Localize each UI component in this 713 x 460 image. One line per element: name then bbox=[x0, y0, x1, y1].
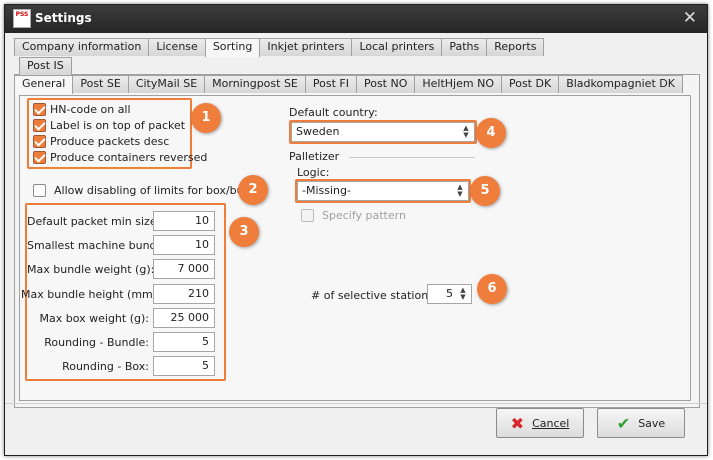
tab-bladkompagniet-dk[interactable]: Bladkompagniet DK bbox=[558, 75, 683, 93]
tab-reports[interactable]: Reports bbox=[486, 38, 545, 56]
rounding-box-label: Rounding - Box: bbox=[62, 360, 149, 373]
specify-pattern-checkbox-row[interactable]: Specify pattern bbox=[301, 207, 406, 223]
rounding-box-input[interactable]: 5 bbox=[153, 356, 215, 376]
logic-label: Logic: bbox=[297, 166, 330, 179]
selective-stations-value: 5 bbox=[446, 287, 453, 300]
close-icon[interactable]: ✕ bbox=[683, 8, 697, 28]
top-tab-row: Company information License Sorting Inkj… bbox=[14, 38, 545, 57]
tab-post-se[interactable]: Post SE bbox=[72, 75, 129, 93]
tab-company-information[interactable]: Company information bbox=[14, 38, 150, 56]
cancel-button-label: Cancel bbox=[532, 416, 570, 430]
smallest-machine-bundle-label: Smallest machine bundle: bbox=[27, 239, 171, 252]
default-packet-min-size-input[interactable]: 10 bbox=[153, 211, 215, 231]
selective-stations-input[interactable]: 5 ▲ ▼ bbox=[427, 284, 472, 304]
containers-reversed-checkbox[interactable] bbox=[33, 150, 46, 164]
window-title: Settings bbox=[35, 11, 92, 25]
max-box-weight-input[interactable]: 25 000 bbox=[153, 308, 215, 328]
tab-post-dk[interactable]: Post DK bbox=[500, 75, 560, 93]
cancel-icon: ✖ bbox=[510, 413, 525, 433]
logic-value: -Missing- bbox=[302, 184, 351, 197]
palletizer-group-label: Palletizer bbox=[289, 150, 340, 163]
specify-pattern-checkbox[interactable] bbox=[301, 208, 314, 222]
sub-tab-row-1: Post IS bbox=[19, 57, 72, 75]
containers-reversed-label: Produce containers reversed bbox=[50, 150, 208, 164]
badge-3: 3 bbox=[229, 217, 259, 247]
palletizer-divider bbox=[349, 157, 475, 158]
default-packet-min-size-label: Default packet min size: bbox=[27, 215, 161, 228]
title-bar: PSS Settings ✕ bbox=[5, 5, 707, 33]
logic-select[interactable]: -Missing- ▲ ▼ bbox=[297, 181, 469, 201]
default-country-value: Sweden bbox=[296, 125, 340, 138]
badge-6: 6 bbox=[477, 274, 507, 304]
tab-local-printers[interactable]: Local printers bbox=[351, 38, 443, 56]
save-icon: ✔ bbox=[616, 413, 631, 433]
packets-desc-label: Produce packets desc bbox=[50, 134, 170, 148]
tab-inkjet-printers[interactable]: Inkjet printers bbox=[259, 38, 353, 56]
save-button[interactable]: ✔ Save bbox=[597, 408, 685, 438]
default-country-label: Default country: bbox=[289, 106, 378, 119]
badge-1: 1 bbox=[191, 103, 221, 133]
packets-desc-checkbox[interactable] bbox=[33, 134, 46, 148]
rounding-bundle-label: Rounding - Bundle: bbox=[44, 336, 149, 349]
allow-disabling-checkbox[interactable] bbox=[33, 183, 46, 197]
allow-disabling-checkbox-row[interactable]: Allow disabling of limits for box/bundle bbox=[33, 182, 267, 198]
label-on-top-label: Label is on top of packet bbox=[50, 118, 186, 132]
tab-paths[interactable]: Paths bbox=[441, 38, 488, 56]
app-logo-icon: PSS bbox=[13, 9, 31, 28]
tab-post-fi[interactable]: Post FI bbox=[304, 75, 357, 93]
footer-divider bbox=[5, 403, 707, 404]
tab-citymail-se[interactable]: CityMail SE bbox=[127, 75, 206, 93]
packets-desc-checkbox-row[interactable]: Produce packets desc bbox=[33, 133, 169, 149]
tab-sorting[interactable]: Sorting bbox=[204, 38, 261, 57]
max-bundle-weight-input[interactable]: 7 000 bbox=[153, 259, 215, 279]
tab-post-is[interactable]: Post IS bbox=[19, 57, 72, 75]
hn-code-checkbox[interactable] bbox=[33, 102, 46, 116]
label-on-top-checkbox-row[interactable]: Label is on top of packet bbox=[33, 117, 185, 133]
spin-arrows-icon[interactable]: ▲ ▼ bbox=[454, 184, 466, 198]
hn-code-label: HN-code on all bbox=[50, 102, 131, 116]
tab-general[interactable]: General bbox=[14, 75, 74, 94]
spin-arrows-icon[interactable]: ▲ ▼ bbox=[457, 287, 469, 301]
smallest-machine-bundle-input[interactable]: 10 bbox=[153, 235, 215, 255]
tab-license[interactable]: License bbox=[148, 38, 206, 56]
sub-tab-row-2: General Post SE CityMail SE Morningpost … bbox=[14, 75, 683, 94]
badge-2: 2 bbox=[238, 175, 268, 205]
label-on-top-checkbox[interactable] bbox=[33, 118, 46, 132]
tab-post-no[interactable]: Post NO bbox=[355, 75, 416, 93]
cancel-button[interactable]: ✖ Cancel bbox=[496, 408, 584, 438]
max-bundle-height-input[interactable]: 210 bbox=[153, 284, 215, 304]
spin-arrows-icon[interactable]: ▲ ▼ bbox=[460, 125, 472, 139]
max-bundle-height-label: Max bundle height (mm): bbox=[21, 288, 161, 301]
tab-morningpost-se[interactable]: Morningpost SE bbox=[204, 75, 306, 93]
default-country-select[interactable]: Sweden ▲ ▼ bbox=[291, 122, 475, 142]
max-bundle-weight-label: Max bundle weight (g): bbox=[27, 263, 155, 276]
max-box-weight-label: Max box weight (g): bbox=[39, 312, 149, 325]
selective-stations-label: # of selective stations: bbox=[311, 289, 438, 302]
tab-helthjem-no[interactable]: HeltHjem NO bbox=[414, 75, 502, 93]
specify-pattern-label: Specify pattern bbox=[322, 208, 406, 222]
save-button-label: Save bbox=[638, 416, 666, 430]
badge-5: 5 bbox=[470, 176, 500, 206]
rounding-bundle-input[interactable]: 5 bbox=[153, 332, 215, 352]
settings-window: PSS Settings ✕ Company information Licen… bbox=[4, 4, 708, 456]
hn-code-checkbox-row[interactable]: HN-code on all bbox=[33, 101, 131, 117]
allow-disabling-label: Allow disabling of limits for box/bundle bbox=[54, 183, 268, 197]
containers-reversed-checkbox-row[interactable]: Produce containers reversed bbox=[33, 149, 207, 165]
badge-4: 4 bbox=[476, 118, 506, 148]
